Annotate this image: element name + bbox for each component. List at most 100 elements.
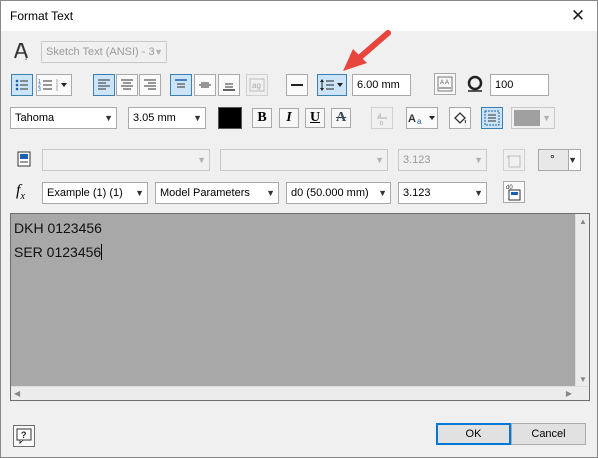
chevron-down-icon: ▼ — [266, 188, 275, 198]
scroll-down-icon[interactable]: ▼ — [579, 375, 587, 384]
svg-text:?: ? — [21, 430, 27, 440]
parameter-select[interactable]: d0 (50.000 mm) ▼ — [286, 182, 391, 204]
symbol-select[interactable]: ° ▼ — [538, 149, 581, 171]
cancel-button[interactable]: Cancel — [511, 423, 586, 445]
annotation-arrow-icon — [343, 30, 391, 71]
bold-button[interactable]: B — [252, 108, 272, 128]
font-size-select[interactable]: 3.05 mm ▼ — [128, 107, 206, 129]
svg-text:b: b — [380, 121, 384, 126]
close-icon[interactable]: ✕ — [567, 5, 589, 27]
format-text-dialog: Format Text ✕ f Sketch Text (ANSI) - 3 ▼… — [0, 0, 598, 458]
font-value: Tahoma — [15, 112, 55, 124]
fill-button[interactable] — [449, 107, 471, 129]
width-factor-value: 100 — [495, 79, 514, 91]
line-spacing-value: 6.00 mm — [357, 79, 400, 91]
numbered-list-button[interactable]: 123 — [36, 74, 72, 96]
underline-button[interactable]: U — [305, 108, 325, 128]
insert-parameter-button[interactable]: d0 — [503, 181, 525, 203]
fit-text-button[interactable]: A A — [434, 73, 456, 95]
parameter-precision-value: 3.123 — [403, 187, 431, 199]
svg-text:a: a — [417, 117, 422, 126]
case-change-button[interactable]: Aa — [406, 107, 438, 129]
text-style-icon: f — [12, 41, 32, 64]
align-top-icon — [175, 79, 187, 88]
parameter-source-select[interactable]: Example (1) (1) ▼ — [42, 182, 148, 204]
chevron-down-icon: ▼ — [474, 155, 483, 165]
align-middle-button[interactable] — [194, 74, 216, 96]
svg-text:+: + — [506, 154, 510, 161]
font-size-value: 3.05 mm — [133, 112, 176, 124]
text-cursor — [101, 244, 103, 260]
align-left-icon — [98, 79, 110, 90]
numbered-list-icon: 123 — [38, 79, 67, 92]
align-bottom-icon — [223, 83, 235, 91]
property-precision-select[interactable]: 3.123 ▼ — [398, 149, 487, 171]
chevron-down-icon: ▼ — [104, 113, 113, 123]
align-top-button[interactable] — [170, 74, 192, 96]
bullet-list-button[interactable] — [11, 74, 33, 96]
case-change-icon: Aa — [408, 113, 435, 126]
svg-text:ag: ag — [252, 81, 261, 90]
help-icon: ? — [16, 428, 32, 444]
ok-button[interactable]: OK — [436, 423, 511, 445]
font-select[interactable]: Tahoma ▼ — [10, 107, 117, 129]
chevron-down-icon: ▼ — [193, 113, 202, 123]
text-frame-icon — [484, 110, 500, 126]
align-right-button[interactable] — [139, 74, 161, 96]
chevron-down-icon: ▼ — [197, 155, 206, 165]
line-style-icon — [291, 84, 303, 86]
width-factor-input[interactable]: 100 — [490, 74, 549, 96]
align-left-button[interactable] — [93, 74, 115, 96]
align-center-button[interactable] — [116, 74, 138, 96]
function-icon: fx — [16, 182, 25, 203]
line-style-button[interactable] — [286, 74, 308, 96]
align-right-icon — [144, 79, 156, 90]
scroll-right-icon[interactable]: ▶ — [566, 389, 572, 398]
stack-fraction-icon: ab — [377, 113, 387, 126]
text-editor[interactable]: DKH 0123456 SER 0123456 ▲ ▼ ◀ ▶ — [10, 213, 590, 401]
width-factor-icon — [466, 75, 484, 96]
text-frame-button[interactable] — [481, 107, 503, 129]
parameter-type-value: Model Parameters — [160, 187, 250, 199]
parameter-precision-select[interactable]: 3.123 ▼ — [398, 182, 487, 204]
chevron-down-icon: ▼ — [568, 155, 577, 165]
strikethrough-button[interactable]: A — [331, 108, 351, 128]
text-color-swatch[interactable] — [218, 107, 242, 129]
svg-text:3: 3 — [38, 87, 41, 92]
editor-line-1: DKH 0123456 — [14, 220, 102, 236]
align-bottom-button[interactable] — [218, 74, 240, 96]
parameter-type-select[interactable]: Model Parameters ▼ — [155, 182, 279, 204]
vertical-scrollbar[interactable]: ▲ ▼ — [575, 214, 589, 387]
add-property-button[interactable]: + — [503, 149, 525, 171]
fit-text-icon: A A — [437, 76, 453, 92]
svg-text:A A: A A — [440, 80, 449, 86]
chevron-down-icon: ▼ — [378, 188, 387, 198]
chevron-down-icon: ▼ — [154, 47, 163, 57]
insert-parameter-icon: d0 — [506, 185, 521, 201]
property-component-select[interactable]: ▼ — [42, 149, 210, 171]
chevron-down-icon: ▼ — [135, 188, 144, 198]
horizontal-scrollbar[interactable]: ◀ ▶ — [11, 386, 589, 400]
stacking-button[interactable]: ag — [246, 74, 268, 96]
help-button[interactable]: ? — [13, 425, 35, 447]
dialog-title: Format Text — [10, 9, 74, 23]
stack-fraction-button[interactable]: ab — [371, 107, 393, 129]
title-bar: Format Text ✕ — [1, 1, 597, 31]
bullet-list-icon — [15, 79, 28, 91]
chevron-down-icon: ▼ — [375, 155, 384, 165]
property-precision-value: 3.123 — [403, 154, 431, 166]
editor-line-2: SER 0123456 — [14, 244, 103, 260]
parameter-source-value: Example (1) (1) — [47, 187, 123, 199]
chevron-down-icon: ▼ — [474, 188, 483, 198]
frame-color-swatch — [514, 110, 540, 126]
italic-button[interactable]: I — [279, 108, 299, 128]
text-style-value: Sketch Text (ANSI) - 3 — [46, 46, 155, 58]
text-style-select[interactable]: Sketch Text (ANSI) - 3 ▼ — [41, 41, 167, 63]
property-type-select[interactable]: ▼ — [220, 149, 388, 171]
parameter-value: d0 (50.000 mm) — [291, 187, 369, 199]
scroll-up-icon[interactable]: ▲ — [579, 217, 587, 226]
symbol-value: ° — [550, 152, 555, 166]
scroll-left-icon[interactable]: ◀ — [14, 389, 20, 398]
paint-bucket-icon — [454, 112, 466, 124]
frame-color-select[interactable]: ▼ — [511, 107, 555, 129]
